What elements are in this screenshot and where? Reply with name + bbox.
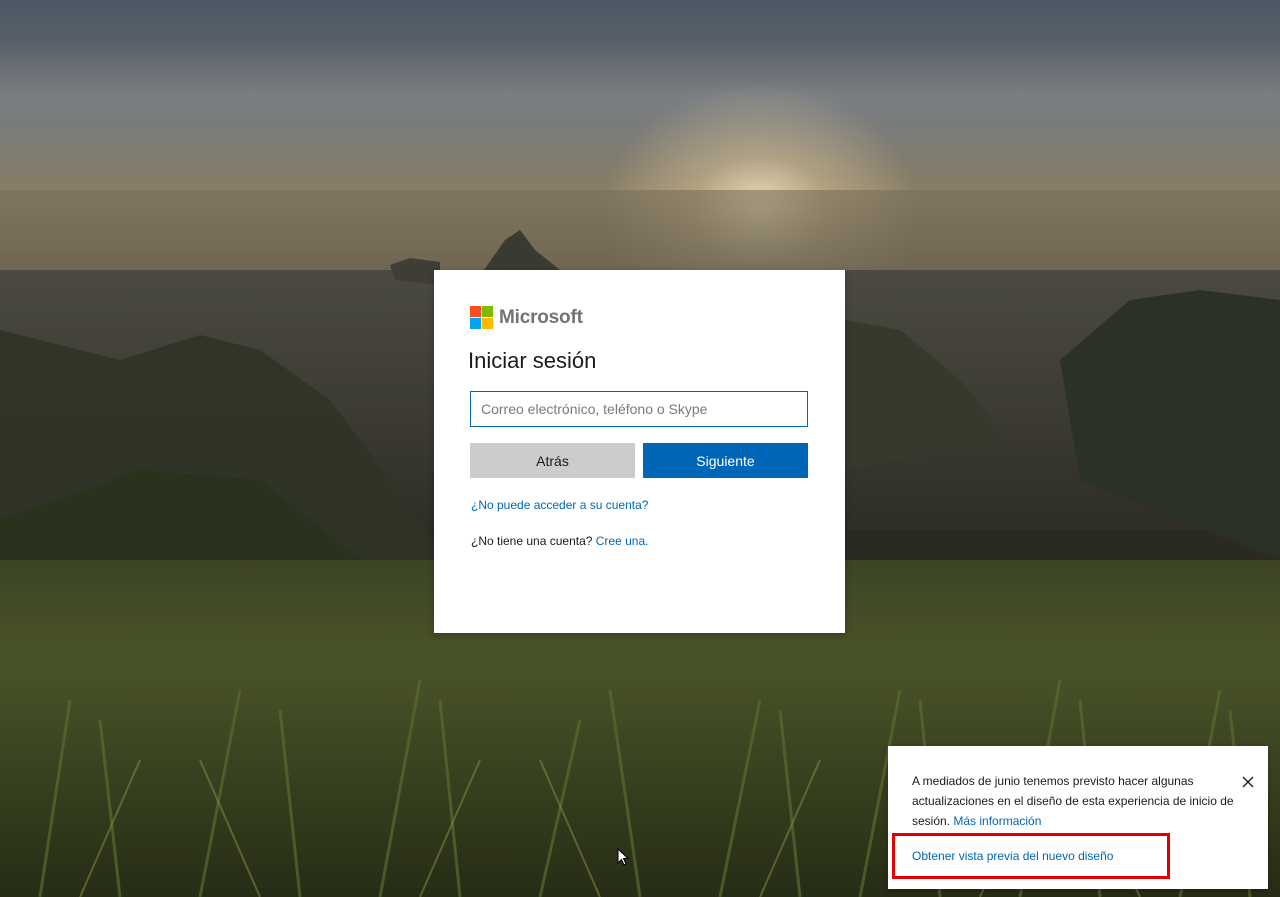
page-title: Iniciar sesión (468, 348, 597, 373)
logo-square-red (470, 306, 481, 317)
notice-message: A mediados de junio tenemos previsto hac… (912, 771, 1242, 831)
mouse-cursor-icon (617, 848, 629, 866)
cant-access-link[interactable]: ¿No puede acceder a su cuenta? (471, 498, 648, 512)
preview-highlight: Obtener vista previa del nuevo diseño (892, 833, 1170, 879)
no-account-text: ¿No tiene una cuenta? (471, 534, 593, 548)
logo-square-blue (470, 318, 481, 329)
more-info-link[interactable]: Más información (953, 814, 1041, 828)
signin-card: Microsoft Iniciar sesión Atrás Siguiente… (434, 270, 845, 633)
preview-new-design-link[interactable]: Obtener vista previa del nuevo diseño (912, 849, 1113, 863)
design-update-notice: A mediados de junio tenemos previsto hac… (888, 746, 1268, 889)
back-button[interactable]: Atrás (470, 443, 635, 478)
email-input[interactable] (470, 391, 808, 427)
logo-square-green (482, 306, 493, 317)
brand-name: Microsoft (499, 306, 583, 328)
logo-square-yellow (482, 318, 493, 329)
microsoft-logo-icon (470, 306, 493, 329)
cant-access-row: ¿No puede acceder a su cuenta? (471, 498, 648, 512)
signin-page: Microsoft Iniciar sesión Atrás Siguiente… (0, 0, 1280, 897)
next-button[interactable]: Siguiente (643, 443, 808, 478)
no-account-row: ¿No tiene una cuenta? Cree una. (471, 534, 648, 548)
close-icon[interactable] (1240, 774, 1256, 790)
create-account-link[interactable]: Cree una. (596, 534, 649, 548)
microsoft-logo: Microsoft (470, 306, 583, 329)
